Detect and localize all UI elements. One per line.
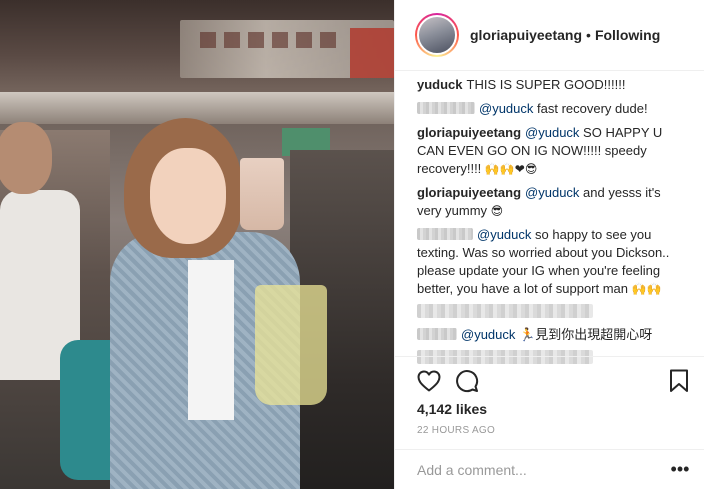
- man-head: [0, 122, 52, 194]
- heart-icon[interactable]: [415, 367, 443, 395]
- action-buttons: [415, 367, 695, 395]
- post-timestamp[interactable]: 22 HOURS AGO: [417, 425, 495, 436]
- comment-mention[interactable]: @yuduck: [525, 185, 579, 200]
- comment-text: fast recovery dude!: [537, 101, 648, 116]
- comment-mention[interactable]: @yuduck: [525, 125, 579, 140]
- comment-username[interactable]: yuduck: [417, 77, 463, 92]
- post-photo: [0, 0, 394, 489]
- comment-item: @yuduck so happy to see you texting. Was…: [417, 226, 687, 298]
- post-side-panel: gloriapuiyeetang • Following yuduck THIS …: [394, 0, 704, 489]
- plastic-bag: [255, 285, 327, 405]
- avatar-image: [417, 15, 457, 55]
- comment-username[interactable]: gloriapuiyeetang: [417, 125, 521, 140]
- comment-emoji: 😎: [490, 204, 504, 218]
- more-options-icon[interactable]: •••: [669, 458, 691, 480]
- bubble-tea-cup: [240, 158, 284, 230]
- white-top: [188, 260, 234, 420]
- header-username[interactable]: gloriapuiyeetang: [470, 27, 582, 43]
- red-shop-sign: [350, 28, 394, 78]
- comment-item: gloriapuiyeetang @yuduck SO HAPPY U CAN E…: [417, 124, 687, 178]
- comment-mention[interactable]: @yuduck: [477, 227, 531, 242]
- face: [150, 148, 226, 244]
- comment-mention[interactable]: @yuduck: [479, 101, 533, 116]
- header-separator: •: [586, 27, 591, 43]
- comments-list: yuduck THIS IS SUPER GOOD!!!!!! @yuduck f…: [417, 76, 687, 372]
- speech-bubble-icon[interactable]: [453, 367, 481, 395]
- comment-item: gloriapuiyeetang @yuduck and yesss it's v…: [417, 184, 687, 220]
- comment-item: @yuduck fast recovery dude!: [417, 100, 687, 118]
- add-comment-bar: •••: [395, 449, 704, 489]
- comment-item: @yuduck 🏃見到你出現超開心呀: [417, 326, 687, 344]
- avatar[interactable]: [415, 13, 459, 57]
- comment-text: THIS IS SUPER GOOD!!!!!!: [466, 77, 626, 92]
- comment-text: 🏃見到你出現超開心呀: [519, 327, 653, 342]
- comment-mention[interactable]: @yuduck: [461, 327, 515, 342]
- comment-input[interactable]: [417, 460, 657, 480]
- following-button[interactable]: Following: [595, 27, 660, 43]
- blurred-username: [417, 228, 473, 240]
- comment-username[interactable]: gloriapuiyeetang: [417, 185, 521, 200]
- post-header: gloriapuiyeetang • Following: [395, 0, 704, 71]
- comment-emoji: 🙌🙌: [631, 282, 662, 296]
- bookmark-icon[interactable]: [665, 367, 693, 395]
- likes-count[interactable]: 4,142 likes: [417, 401, 487, 417]
- comment-emoji: 🙌🙌❤😎: [484, 162, 538, 176]
- comment-item: yuduck THIS IS SUPER GOOD!!!!!!: [417, 76, 687, 94]
- blurred-comment: [417, 304, 593, 318]
- blurred-username: [417, 328, 457, 340]
- blurred-username: [417, 102, 475, 114]
